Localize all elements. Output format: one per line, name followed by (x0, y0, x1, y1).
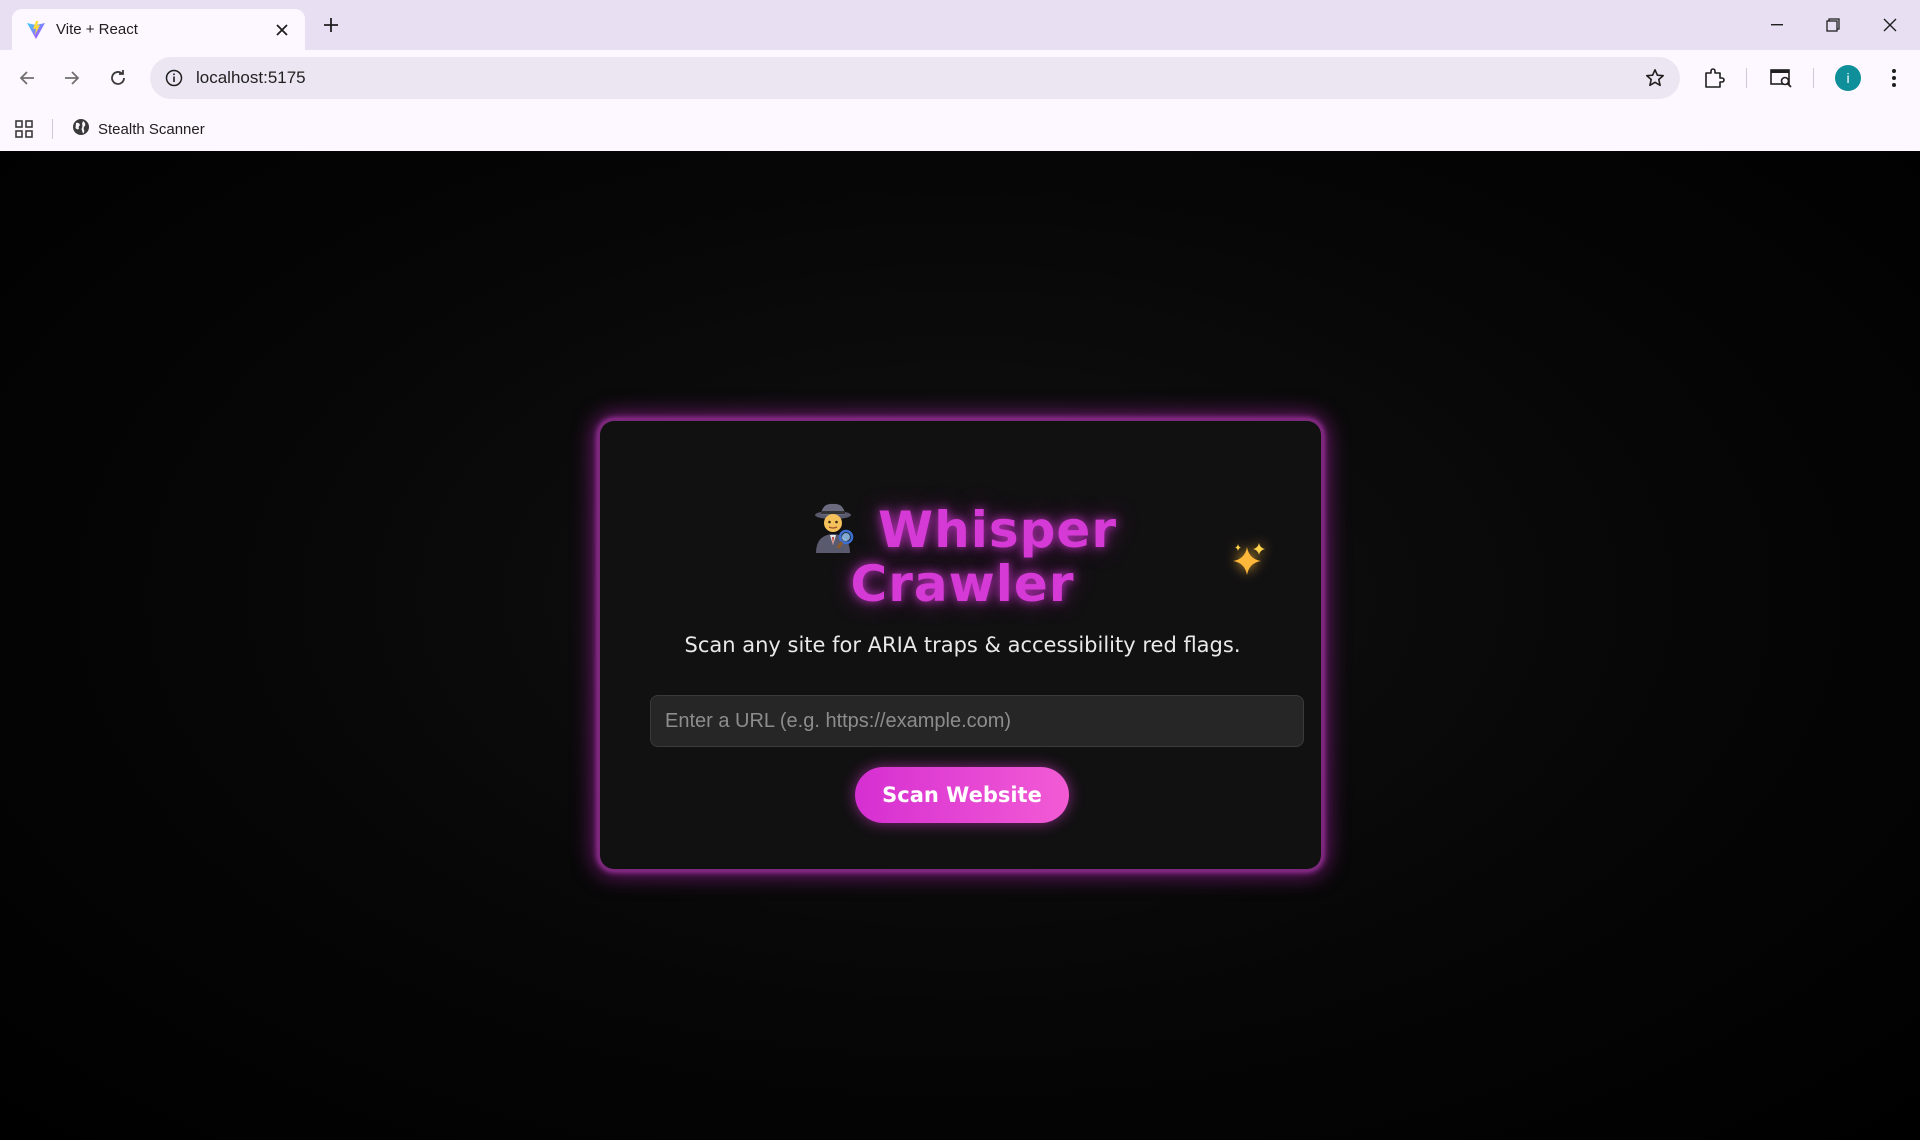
bookmark-star-icon[interactable] (1644, 67, 1666, 89)
globe-icon (72, 118, 90, 141)
address-url: localhost:5175 (196, 68, 306, 87)
bookmark-stealth-scanner[interactable]: Stealth Scanner (72, 116, 205, 142)
site-info-icon[interactable] (152, 69, 196, 87)
sparkles-icon (1231, 541, 1267, 577)
browser-toolbar: localhost:5175 i (0, 50, 1920, 106)
app-title: Whisper Crawler (600, 501, 1325, 611)
browser-titlebar: Vite + React (0, 0, 1920, 50)
browser-tab[interactable]: Vite + React (12, 9, 305, 50)
subtitle: Scan any site for ARIA traps & accessibi… (684, 633, 1241, 657)
tab-close-icon[interactable] (271, 19, 293, 41)
bookmark-label: Stealth Scanner (98, 120, 205, 138)
close-window-icon[interactable] (1862, 0, 1918, 50)
toolbar-separator (1746, 68, 1747, 88)
new-tab-button[interactable] (318, 12, 344, 38)
back-icon[interactable] (13, 64, 41, 92)
restore-icon[interactable] (1805, 0, 1861, 50)
apps-grid-icon[interactable] (13, 118, 35, 140)
detective-icon (808, 501, 858, 553)
tab-search-icon[interactable] (1767, 64, 1795, 92)
forward-icon[interactable] (58, 64, 86, 92)
minimize-icon[interactable] (1749, 0, 1805, 50)
menu-kebab-icon[interactable] (1880, 64, 1908, 92)
vite-logo-icon (26, 20, 46, 40)
title-line-1: Whisper (877, 501, 1117, 559)
profile-avatar[interactable]: i (1835, 65, 1861, 91)
url-input[interactable] (650, 695, 1304, 747)
extensions-icon[interactable] (1700, 64, 1728, 92)
title-line-2: Crawler (850, 555, 1075, 613)
bookmarks-separator (52, 119, 53, 139)
scan-website-button[interactable]: Scan Website (855, 767, 1069, 823)
tab-title: Vite + React (56, 21, 138, 38)
toolbar-separator (1813, 68, 1814, 88)
reload-icon[interactable] (104, 64, 132, 92)
bookmarks-bar: Stealth Scanner (0, 106, 1920, 151)
page-viewport: Whisper Crawler Scan any site for ARIA t… (0, 151, 1920, 1140)
scanner-card: Whisper Crawler Scan any site for ARIA t… (598, 419, 1323, 871)
address-bar[interactable]: localhost:5175 (150, 57, 1680, 99)
